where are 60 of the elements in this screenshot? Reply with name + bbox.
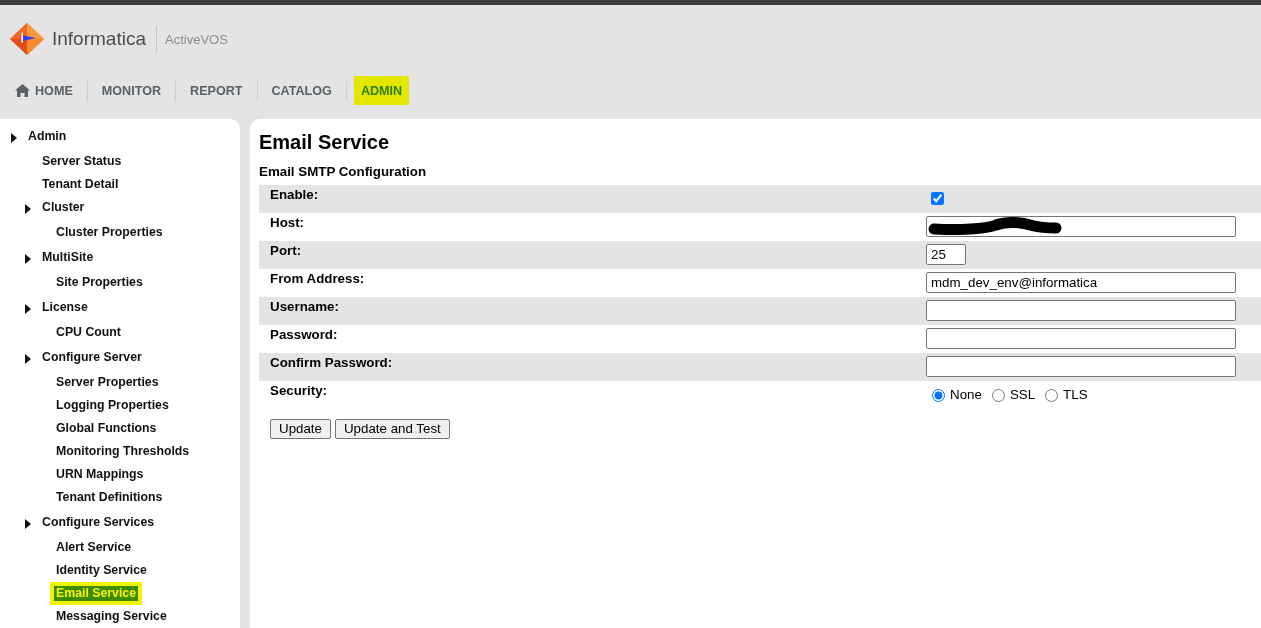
input-field[interactable]: 25 — [926, 244, 966, 265]
nav-link[interactable]: REPORT — [183, 76, 250, 105]
field-label: Enable: — [270, 187, 319, 203]
sidebar-link[interactable]: Tenant Definitions — [50, 486, 169, 509]
sidebar-link[interactable]: Logging Properties — [50, 394, 175, 417]
nav-link[interactable]: MONITOR — [94, 76, 169, 105]
page-title: Email Service — [259, 130, 390, 154]
caret-icon[interactable] — [25, 354, 31, 364]
sidebar-link[interactable]: Tenant Detail — [36, 173, 125, 196]
sidebar-link[interactable]: Admin — [22, 125, 73, 148]
caret-icon[interactable] — [25, 304, 31, 314]
sidebar-link[interactable]: Monitoring Thresholds — [50, 440, 196, 463]
sidebar-link[interactable]: Cluster Properties — [50, 221, 169, 244]
nav-link[interactable]: HOME — [8, 76, 80, 105]
sidebar-link[interactable]: CPU Count — [50, 321, 127, 344]
sidebar-link[interactable]: Server Properties — [50, 371, 165, 394]
section-heading: Email SMTP Configuration — [259, 164, 427, 180]
field-label: Host: — [270, 215, 305, 231]
sidebar-link[interactable]: Email Service — [50, 582, 142, 605]
product-name: ActiveVOS — [165, 31, 228, 47]
nav-link[interactable]: CATALOG — [264, 76, 339, 105]
input-field[interactable] — [926, 356, 1236, 377]
input-field[interactable] — [926, 300, 1236, 321]
caret-icon[interactable] — [11, 133, 17, 143]
sidebar-link[interactable]: License — [36, 296, 94, 319]
radio-label[interactable]: TLS — [1063, 387, 1088, 403]
caret-icon[interactable] — [25, 519, 31, 529]
radio-button[interactable] — [932, 388, 945, 402]
field-label: Security: — [270, 383, 328, 399]
input-field[interactable] — [926, 328, 1236, 349]
sidebar-link[interactable]: Site Properties — [50, 271, 149, 294]
nav-link[interactable]: ADMIN — [353, 76, 410, 105]
checkbox[interactable] — [931, 192, 944, 205]
sidebar-link[interactable]: URN Mappings — [50, 463, 150, 486]
caret-icon[interactable] — [25, 204, 31, 214]
radio-label[interactable]: None — [950, 387, 982, 403]
sidebar-link[interactable]: Identity Service — [50, 559, 153, 582]
sidebar-link[interactable]: MultiSite — [36, 246, 100, 269]
action-button[interactable]: Update — [270, 419, 331, 439]
field-label: From Address: — [270, 271, 365, 287]
brand-name: Informatica — [52, 28, 146, 50]
radio-button[interactable] — [1045, 388, 1059, 402]
logo-icon — [10, 23, 44, 55]
sidebar-link[interactable]: Configure Services — [36, 511, 161, 534]
sidebar-link[interactable]: Messaging Service — [50, 605, 173, 628]
radio-button[interactable] — [991, 388, 1005, 402]
radio-label[interactable]: SSL — [1009, 387, 1036, 403]
sidebar-link[interactable]: Alert Service — [50, 536, 138, 559]
sidebar-link[interactable]: Server Status — [36, 150, 128, 173]
sidebar-link[interactable]: Cluster — [36, 196, 91, 219]
sidebar-link[interactable]: Global Functions — [50, 417, 163, 440]
home-icon[interactable] — [15, 84, 30, 97]
action-button[interactable]: Update and Test — [335, 419, 450, 439]
sidebar-link[interactable]: Configure Server — [36, 346, 148, 369]
field-label: Confirm Password: — [270, 355, 393, 371]
field-label: Password: — [270, 327, 338, 343]
field-label: Username: — [270, 299, 339, 315]
caret-icon[interactable] — [25, 254, 31, 264]
field-label: Port: — [270, 243, 302, 259]
input-field[interactable]: mdm_dev_env@informatica — [926, 272, 1236, 293]
